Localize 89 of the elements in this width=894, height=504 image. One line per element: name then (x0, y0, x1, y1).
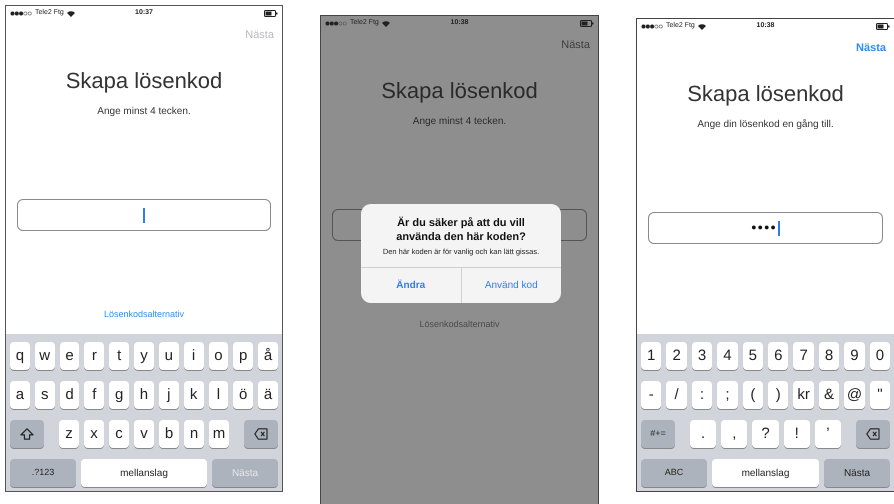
keyboard-key[interactable]: & (818, 381, 840, 409)
keyboard-key[interactable]: 7 (793, 342, 814, 370)
keyboard-key[interactable]: t (109, 342, 130, 370)
delete-key[interactable] (244, 420, 278, 448)
signal-icon (641, 24, 663, 29)
keyboard-key[interactable]: r (84, 342, 104, 370)
keyboard-key[interactable]: x (84, 420, 104, 448)
shift-arrow-icon (20, 428, 34, 440)
mode-key[interactable]: ABC (641, 459, 707, 487)
keyboard-key[interactable]: . (690, 420, 716, 448)
keyboard-key[interactable]: d (60, 381, 80, 409)
passcode-dots: ●●●● (751, 221, 777, 234)
screen-title: Skapa lösenkod (381, 77, 538, 105)
text-cursor (778, 220, 780, 236)
alert-title: Är du säker på att du vill använda den här koden? (395, 216, 527, 244)
keyboard-key[interactable]: 1 (641, 342, 662, 370)
keyboard-key[interactable]: h (134, 381, 154, 409)
keyboard-key[interactable]: e (60, 342, 80, 370)
battery-icon (264, 10, 278, 17)
keyboard-key[interactable]: o (208, 342, 228, 370)
keyboard-key[interactable]: ) (768, 381, 788, 409)
keyboard-key[interactable]: a (10, 381, 30, 409)
keyboard-key[interactable]: 4 (717, 342, 738, 370)
keyboard-key[interactable]: 8 (818, 342, 840, 370)
keyboard-key[interactable]: m (209, 420, 229, 448)
keyboard-key[interactable]: v (134, 420, 154, 448)
battery-icon (876, 23, 890, 30)
space-key[interactable]: mellanslag (81, 459, 207, 487)
keyboard-key[interactable]: b (159, 420, 179, 448)
keyboard-key[interactable]: w (34, 342, 55, 370)
backspace-icon (866, 428, 880, 440)
keyboard-key[interactable]: ! (784, 420, 810, 448)
keyboard-key[interactable]: @ (844, 381, 865, 409)
keyboard-key[interactable]: k (184, 381, 204, 409)
screen-subtitle: Ange minst 4 tecken. (412, 115, 506, 129)
keyboard-key[interactable]: / (666, 381, 687, 409)
screen-subtitle: Ange minst 4 tecken. (97, 105, 191, 119)
keyboard-key[interactable]: 6 (768, 342, 788, 370)
keyboard-key[interactable]: y (134, 342, 154, 370)
delete-key[interactable] (856, 420, 890, 448)
keyboard-key[interactable]: ’ (814, 420, 842, 448)
keyboard-key[interactable]: u (158, 342, 179, 370)
screen-title: Skapa lösenkod (687, 80, 844, 108)
keyboard-key[interactable]: q (10, 342, 30, 370)
keyboard-key[interactable]: : (692, 381, 712, 409)
passcode-field[interactable]: ●●●● (648, 212, 883, 244)
keyboard-key[interactable]: g (109, 381, 130, 409)
mode-key[interactable]: .?123 (10, 459, 76, 487)
keyboard-key[interactable]: ( (742, 381, 764, 409)
keyboard-key[interactable]: 0 (870, 342, 890, 370)
space-key[interactable]: mellanslag (712, 459, 819, 487)
keyboard-key[interactable]: ; (717, 381, 738, 409)
keyboard-key[interactable]: 2 (666, 342, 687, 370)
screen-title: Skapa lösenkod (66, 67, 222, 95)
keyboard-key[interactable]: p (233, 342, 254, 370)
mode-key[interactable]: #+= (641, 420, 675, 448)
keyboard-key[interactable]: f (84, 381, 104, 409)
keyboard-key[interactable]: l (208, 381, 228, 409)
keyboard-key[interactable]: i (184, 342, 204, 370)
keyboard-key[interactable]: kr (793, 381, 814, 409)
alert-button[interactable]: Ändra (361, 268, 460, 303)
keyboard-key[interactable]: n (184, 420, 204, 448)
keyboard-key[interactable]: 5 (742, 342, 764, 370)
battery-icon (580, 20, 594, 27)
keyboard-key[interactable]: ? (752, 420, 779, 448)
keyboard-key[interactable]: s (34, 381, 55, 409)
screen-subtitle: Ange din lösenkod en gång till. (697, 118, 834, 132)
shift-key[interactable] (10, 420, 44, 448)
keyboard-key[interactable]: ö (233, 381, 254, 409)
signal-icon (325, 21, 347, 26)
backspace-icon (254, 428, 268, 440)
keyboard-key[interactable]: c (109, 420, 129, 448)
keyboard-key[interactable]: 3 (692, 342, 712, 370)
wifi-icon (698, 24, 706, 30)
keyboard-key[interactable]: , (721, 420, 748, 448)
next-key[interactable]: Nästa (824, 459, 890, 487)
keyboard-key[interactable]: z (59, 420, 79, 448)
alert-button[interactable]: Använd kod (460, 268, 561, 303)
keyboard-key[interactable]: - (641, 381, 662, 409)
text-cursor (143, 208, 145, 222)
passcode-field[interactable] (17, 199, 271, 231)
wifi-icon (66, 10, 75, 16)
keyboard-key[interactable]: 9 (844, 342, 865, 370)
wifi-icon (382, 20, 390, 26)
keyboard-key[interactable]: j (158, 381, 179, 409)
keyboard-key[interactable]: å (258, 342, 278, 370)
keyboard-key[interactable]: " (870, 381, 890, 409)
keyboard-key[interactable]: ä (258, 381, 278, 409)
signal-icon (10, 11, 32, 16)
